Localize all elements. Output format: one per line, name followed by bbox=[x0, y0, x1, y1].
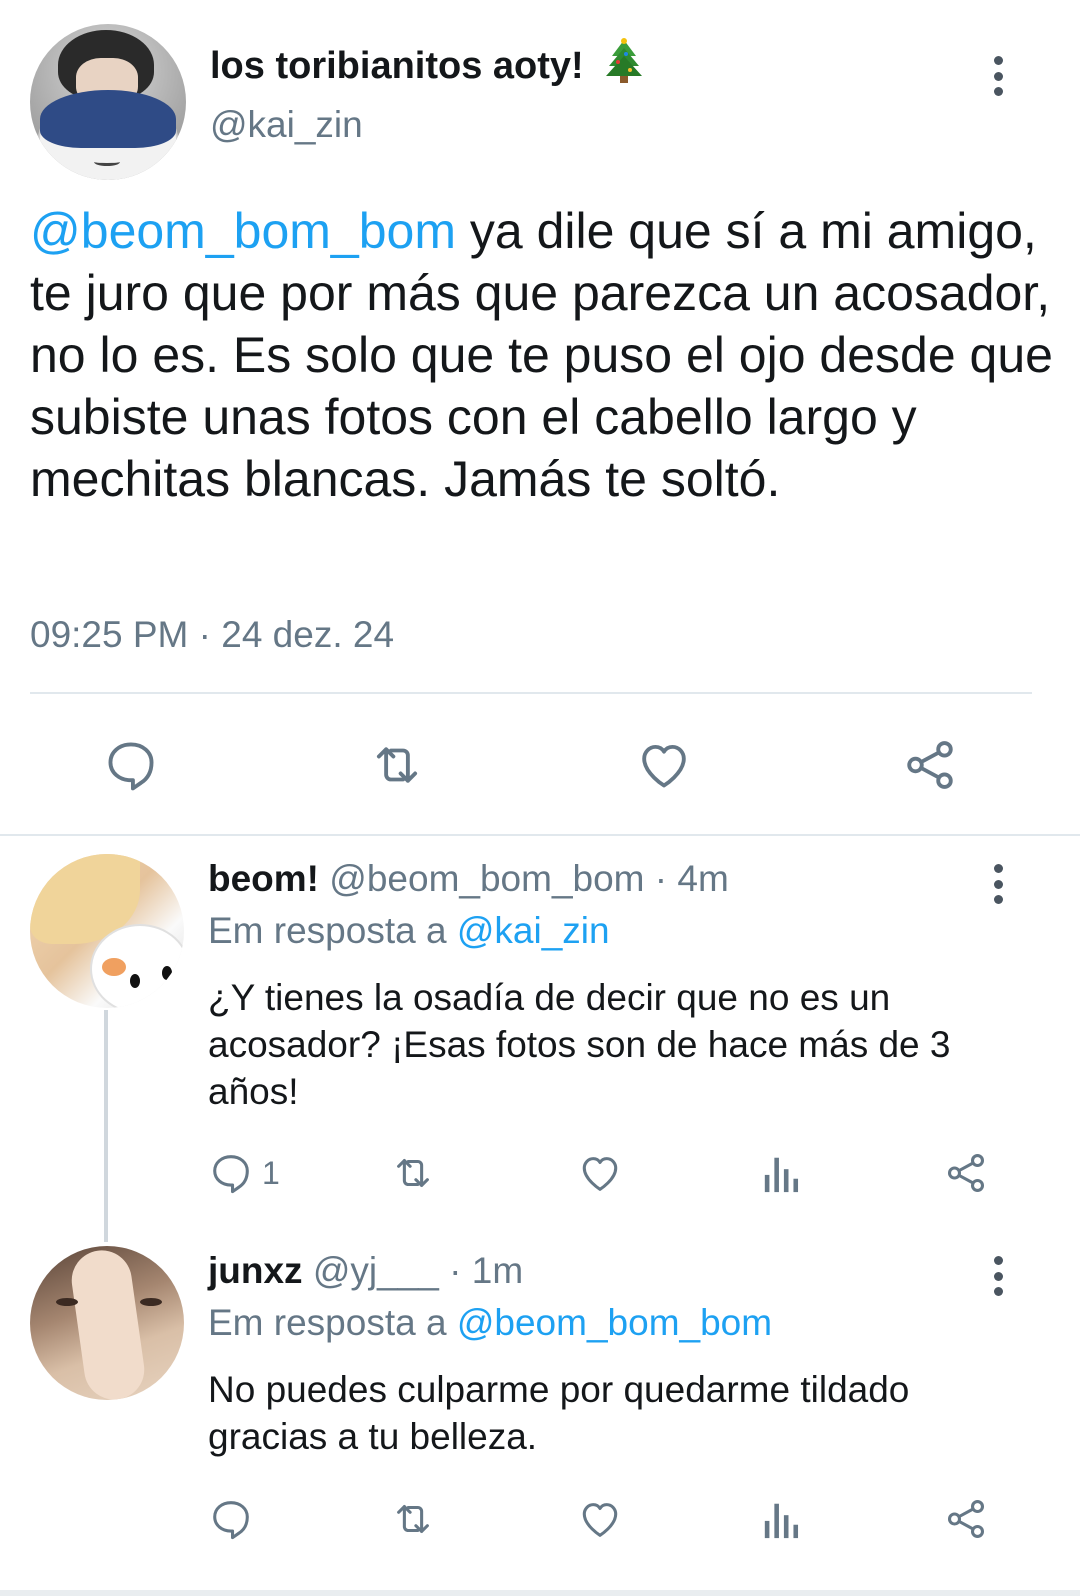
retweet-icon[interactable] bbox=[388, 1496, 438, 1542]
display-name[interactable]: beom! bbox=[208, 858, 319, 899]
handle[interactable]: @kai_zin bbox=[210, 104, 363, 146]
avatar[interactable] bbox=[30, 854, 184, 1008]
reply-icon bbox=[213, 1155, 249, 1194]
reply-count: 1 bbox=[262, 1154, 280, 1191]
analytics-icon[interactable] bbox=[762, 1152, 802, 1194]
mention-link[interactable]: @beom_bom_bom bbox=[457, 1302, 772, 1343]
divider bbox=[0, 1590, 1080, 1596]
tweet-thread-screen: los toribianitos aoty! @kai_zin @beom_bo… bbox=[0, 0, 1080, 1596]
replying-to: Em resposta a @kai_zin bbox=[208, 910, 610, 952]
divider bbox=[30, 692, 1032, 694]
retweet-icon[interactable] bbox=[388, 1150, 438, 1196]
reply-header: beom! @beom_bom_bom · 4m bbox=[208, 858, 729, 900]
mention-link[interactable]: @kai_zin bbox=[457, 910, 610, 951]
display-name-text[interactable]: los toribianitos aoty! bbox=[210, 45, 584, 87]
christmas-tree-icon bbox=[604, 38, 644, 94]
mention-link[interactable]: @beom_bom_bom bbox=[30, 203, 456, 259]
avatar[interactable] bbox=[30, 1246, 184, 1400]
reply-header: junxz @yj___ · 1m bbox=[208, 1250, 523, 1292]
more-options-icon[interactable] bbox=[986, 52, 1010, 100]
thread-connector-line bbox=[104, 1010, 108, 1242]
avatar[interactable] bbox=[30, 24, 186, 180]
display-name[interactable]: junxz bbox=[208, 1250, 303, 1291]
relative-time: · 4m bbox=[654, 858, 729, 899]
analytics-icon[interactable] bbox=[762, 1498, 802, 1540]
replying-to: Em resposta a @beom_bom_bom bbox=[208, 1302, 772, 1344]
tweet-text: No puedes culparme por quedarme tildado … bbox=[208, 1369, 910, 1457]
share-icon[interactable] bbox=[900, 736, 960, 794]
retweet-icon[interactable] bbox=[366, 736, 428, 794]
handle[interactable]: @yj___ bbox=[313, 1250, 439, 1291]
like-icon[interactable] bbox=[576, 1150, 624, 1196]
like-icon[interactable] bbox=[634, 736, 694, 794]
tweet-text: @beom_bom_bom ya dile que sí a mi amigo,… bbox=[30, 200, 1060, 510]
tweet-actions bbox=[0, 730, 1080, 800]
display-name[interactable]: los toribianitos aoty! bbox=[210, 38, 644, 94]
like-icon[interactable] bbox=[576, 1496, 624, 1542]
reply-prefix: Em resposta a bbox=[208, 910, 457, 951]
share-icon[interactable] bbox=[942, 1496, 990, 1542]
reply-prefix: Em resposta a bbox=[208, 1302, 457, 1343]
more-options-icon[interactable] bbox=[986, 1252, 1010, 1300]
timestamp[interactable]: 09:25 PM · 24 dez. 24 bbox=[30, 614, 394, 656]
relative-time: · 1m bbox=[449, 1250, 524, 1291]
more-options-icon[interactable] bbox=[986, 860, 1010, 908]
section-separator bbox=[0, 834, 1080, 836]
reply-button[interactable]: 1 bbox=[208, 1150, 280, 1196]
tweet-text: ¿Y tienes la osadía de decir que no es u… bbox=[208, 977, 951, 1112]
handle[interactable]: @beom_bom_bom bbox=[329, 858, 644, 899]
main-tweet: los toribianitos aoty! @kai_zin @beom_bo… bbox=[0, 0, 1080, 852]
share-icon[interactable] bbox=[942, 1150, 990, 1196]
reply-icon[interactable] bbox=[208, 1496, 254, 1542]
reply-icon[interactable] bbox=[102, 736, 160, 794]
